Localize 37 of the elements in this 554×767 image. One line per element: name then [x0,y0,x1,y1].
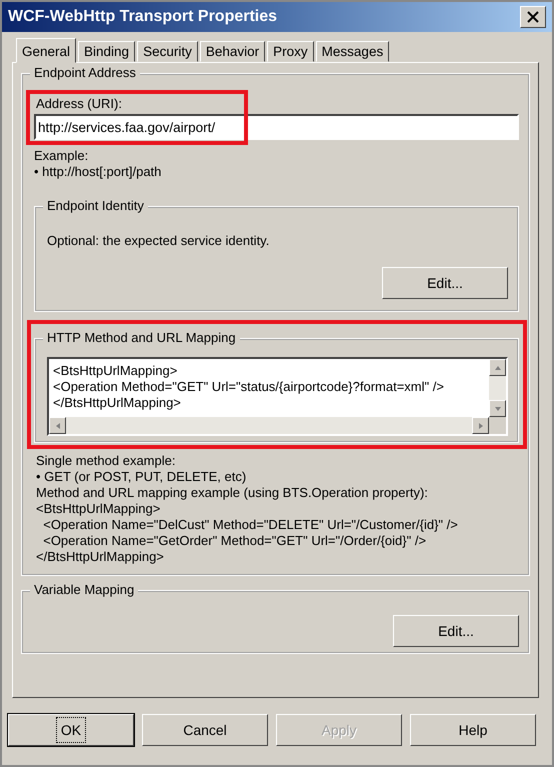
horizontal-scrollbar[interactable] [49,417,489,434]
vertical-scrollbar[interactable] [489,359,506,417]
group-legend: Endpoint Address [30,65,140,80]
group-legend: Endpoint Identity [43,198,148,213]
scroll-down-button[interactable] [489,400,506,417]
address-label: Address (URI): [35,96,123,112]
help-text: <Operation Name="DelCust" Method="DELETE" Url="/Customer/{id}" /> [42,517,459,533]
group-legend: Variable Mapping [30,582,138,597]
example-label: Example: [34,148,90,164]
help-text: Method and URL mapping example (using BTS.Operation property): [36,485,429,501]
mapping-text-field[interactable]: <BtsHttpUrlMapping> <Operation Method="GET" Url="status/{airportcode}?format=xml" /> </BtsHttpUrlMapping> [49,359,489,417]
tab[interactable]: Proxy [267,41,314,62]
scroll-right-button[interactable] [472,417,489,434]
dialog-button[interactable]: Cancel [142,714,268,746]
close-icon [526,10,540,24]
tab[interactable]: Security [137,41,198,62]
scroll-up-button[interactable] [489,359,506,376]
tab[interactable]: General [16,38,76,63]
help-text: • GET (or POST, PUT, DELETE, etc) [36,469,248,485]
tab[interactable]: Messages [316,41,390,62]
scroll-left-button[interactable] [49,417,66,434]
identity-description: Optional: the expected service identity. [47,233,270,249]
group-legend: HTTP Method and URL Mapping [43,330,240,345]
help-text: </BtsHttpUrlMapping> [36,549,165,565]
example-text: • http://host[:port]/path [34,164,162,180]
close-button[interactable] [520,6,546,28]
dialog-button[interactable]: OK [8,714,134,746]
dialog-button[interactable]: Help [410,714,536,746]
help-text: <Operation Name="GetOrder" Method="GET" Url="/Order/{oid}" /> [42,533,428,549]
window-title: WCF-WebHttp Transport Properties [8,8,278,26]
edit-button[interactable]: Edit... [393,615,519,647]
address-field[interactable]: http://services.faa.gov/airport/ [34,114,519,140]
help-text: <BtsHttpUrlMapping> [36,501,162,517]
edit-button[interactable]: Edit... [382,267,508,299]
tab[interactable]: Behavior [200,41,266,62]
tab[interactable]: Binding [78,41,136,62]
help-text: Single method example: [36,453,176,469]
